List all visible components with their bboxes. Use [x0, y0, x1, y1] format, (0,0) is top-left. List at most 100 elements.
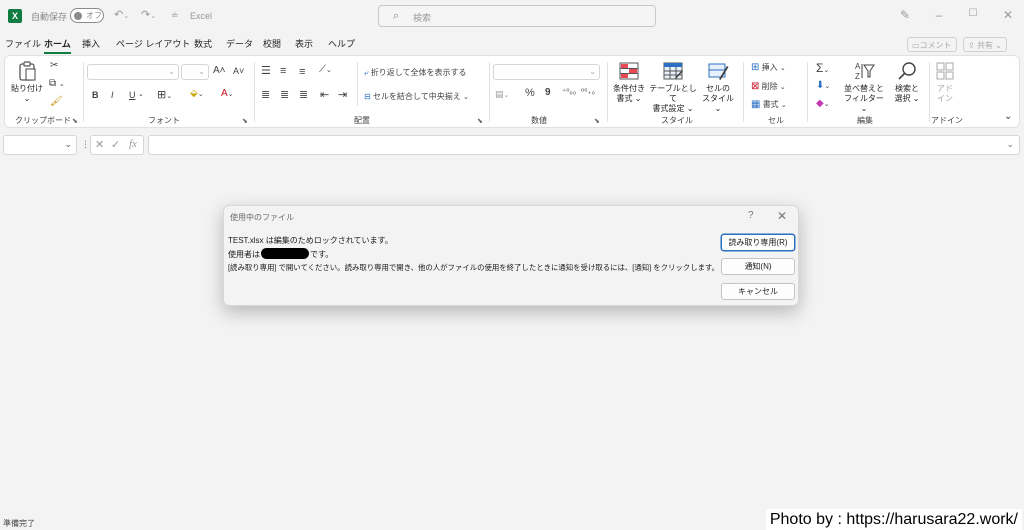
tab-help[interactable]: ヘルプ — [328, 37, 355, 50]
expand-formula-icon[interactable]: ⌄ — [1006, 139, 1014, 150]
name-box[interactable]: ⌄ — [3, 135, 77, 155]
bold-button[interactable]: B — [92, 90, 99, 100]
insert-function-button[interactable]: fx — [129, 138, 137, 150]
find-select-label-1: 検索と — [895, 84, 919, 93]
font-launcher-icon[interactable]: ⬊ — [242, 117, 248, 125]
wrap-text-label: 折り返して全体を表示する — [370, 68, 467, 77]
cell-styles-label-1: セルの — [706, 84, 730, 93]
align-top-icon[interactable]: ☰ — [261, 64, 271, 77]
decrease-decimal-icon[interactable]: ⁰⁰₊₀ — [581, 87, 595, 96]
conditional-formatting-button[interactable]: 条件付き 書式 ⌄ — [610, 60, 648, 104]
tab-review[interactable]: 校閲 — [263, 37, 281, 50]
find-select-label-2: 選択 — [894, 94, 911, 103]
borders-icon[interactable]: ⊞⌄ — [157, 88, 172, 101]
align-middle-icon[interactable]: ≡ — [280, 65, 286, 77]
tab-data[interactable]: データ — [226, 37, 253, 50]
align-right-icon[interactable]: ≣ — [299, 88, 308, 101]
paste-label: 貼り付け — [11, 84, 43, 93]
group-separator — [607, 62, 608, 122]
underline-dropdown-icon[interactable]: ⌄ — [138, 90, 144, 98]
excel-app-icon: X — [8, 9, 22, 23]
font-size-select[interactable]: ⌄ — [181, 64, 209, 80]
format-as-table-label-2: 書式設定 — [652, 104, 685, 113]
pen-icon[interactable]: ✎ — [897, 8, 913, 22]
insert-cells-button[interactable]: ⊞ 挿入 ⌄ — [751, 62, 786, 73]
search-box[interactable]: ⌕ 検索 — [378, 5, 656, 27]
increase-indent-icon[interactable]: ⇥ — [338, 88, 347, 101]
align-bottom-icon[interactable]: ≡ — [299, 66, 305, 78]
alignment-launcher-icon[interactable]: ⬊ — [477, 117, 483, 125]
clipboard-launcher-icon[interactable]: ⬊ — [72, 117, 78, 125]
fill-color-icon[interactable]: ⬙⌄ — [190, 88, 204, 99]
increase-decimal-icon[interactable]: ⁺⁰₀₀ — [562, 87, 576, 96]
align-left-icon[interactable]: ≣ — [261, 88, 270, 101]
tab-view[interactable]: 表示 — [295, 37, 313, 50]
share-button[interactable]: ⇪ 共有 ⌄ — [963, 37, 1007, 52]
format-cells-button[interactable]: ▦ 書式 ⌄ — [751, 99, 787, 110]
help-icon[interactable]: ? — [748, 210, 754, 221]
autosave-toggle[interactable]: オフ — [70, 8, 104, 23]
merge-center-button[interactable]: ⊟ セルを結合して中央揃え ⌄ — [364, 91, 469, 102]
dialog-message-instructions: [読み取り専用] で開いてください。読み取り専用で開き、他の人がファイルの使用を… — [228, 263, 720, 272]
maximize-icon[interactable]: ☐ — [965, 8, 981, 19]
confirm-entry-icon[interactable]: ✓ — [111, 138, 120, 151]
cell-styles-icon — [708, 63, 729, 80]
shrink-font-button[interactable]: A˅ — [233, 66, 244, 76]
close-icon[interactable]: ✕ — [777, 209, 787, 223]
grow-font-button[interactable]: A˄ — [213, 65, 226, 76]
cut-icon[interactable]: ✂ — [50, 60, 58, 71]
formula-input[interactable]: ⌄ — [148, 135, 1020, 155]
sort-filter-button[interactable]: AZ 並べ替えと フィルター ⌄ — [841, 60, 887, 114]
minimize-icon[interactable]: – — [931, 8, 947, 22]
number-format-select[interactable]: ⌄ — [493, 64, 600, 80]
fill-icon[interactable]: ⬇⌄ — [816, 80, 830, 91]
delete-cells-button[interactable]: ⊠ 削除 ⌄ — [751, 81, 786, 92]
conditional-formatting-label-2: 書式 — [616, 94, 633, 103]
clear-icon[interactable]: ◆⌄ — [816, 98, 830, 109]
customize-qat-icon[interactable]: ≐ — [171, 10, 179, 21]
cancel-entry-icon[interactable]: ✕ — [95, 138, 104, 151]
wrap-text-button[interactable]: ⤶ 折り返して全体を表示する — [364, 67, 466, 78]
close-icon[interactable]: ✕ — [1000, 8, 1016, 22]
orientation-icon[interactable]: ⟋⌄ — [319, 64, 332, 75]
ribbon: 貼り付け ⌄ ✂ ⧉ ⌄ 🖌 クリップボード ⬊ ⌄ ⌄ A˄ A˅ B I U … — [4, 55, 1020, 128]
comma-button[interactable]: 9 — [545, 87, 551, 98]
tab-file[interactable]: ファイル — [5, 37, 41, 50]
copy-icon[interactable]: ⧉ ⌄ — [49, 78, 65, 89]
redacted-username — [261, 248, 309, 259]
underline-button[interactable]: U — [129, 90, 136, 100]
notify-button[interactable]: 通知(N) — [721, 258, 795, 275]
italic-button[interactable]: I — [111, 90, 114, 100]
font-color-icon[interactable]: A⌄ — [221, 88, 234, 99]
tab-insert[interactable]: 挿入 — [82, 37, 100, 50]
document-name: Excel — [190, 11, 213, 21]
autosave-state: オフ — [86, 11, 102, 20]
tab-formulas[interactable]: 数式 — [194, 37, 212, 50]
comment-button[interactable]: ▭コメント — [907, 37, 957, 52]
search-icon: ⌕ — [393, 10, 400, 22]
tab-home[interactable]: ホーム — [44, 37, 71, 54]
addins-button[interactable]: アド イン — [931, 60, 959, 104]
align-center-icon[interactable]: ≣ — [280, 88, 289, 101]
autosum-icon[interactable]: Σ⌄ — [816, 61, 829, 75]
tab-page-layout[interactable]: ページ レイアウト — [116, 37, 190, 50]
photo-credit-watermark: Photo by : https://harusara22.work/ — [765, 509, 1022, 530]
group-label-editing: 編集 — [857, 116, 873, 125]
cell-styles-button[interactable]: セルの スタイル ⌄ — [698, 60, 738, 114]
paste-button[interactable]: 貼り付け ⌄ — [10, 60, 44, 104]
decrease-indent-icon[interactable]: ⇤ — [320, 88, 329, 101]
number-launcher-icon[interactable]: ⬊ — [594, 117, 600, 125]
redo-icon[interactable]: ↷⌄ — [141, 8, 156, 21]
format-painter-icon[interactable]: 🖌 — [50, 96, 63, 107]
font-family-select[interactable]: ⌄ — [87, 64, 179, 80]
undo-icon[interactable]: ↶⌄ — [114, 8, 129, 21]
collapse-ribbon-icon[interactable]: ⌄ — [1004, 111, 1012, 122]
cancel-button[interactable]: キャンセル — [721, 283, 795, 300]
read-only-button[interactable]: 読み取り専用(R) — [721, 234, 795, 251]
find-select-button[interactable]: 検索と 選択 ⌄ — [888, 60, 926, 104]
percent-button[interactable]: % — [525, 87, 535, 99]
find-select-icon — [898, 62, 916, 80]
dialog-message-user: 使用者は です。 — [228, 248, 333, 260]
accounting-format-icon[interactable]: ▤⌄ — [495, 89, 509, 100]
format-as-table-button[interactable]: テーブルとして 書式設定 ⌄ — [648, 60, 698, 114]
